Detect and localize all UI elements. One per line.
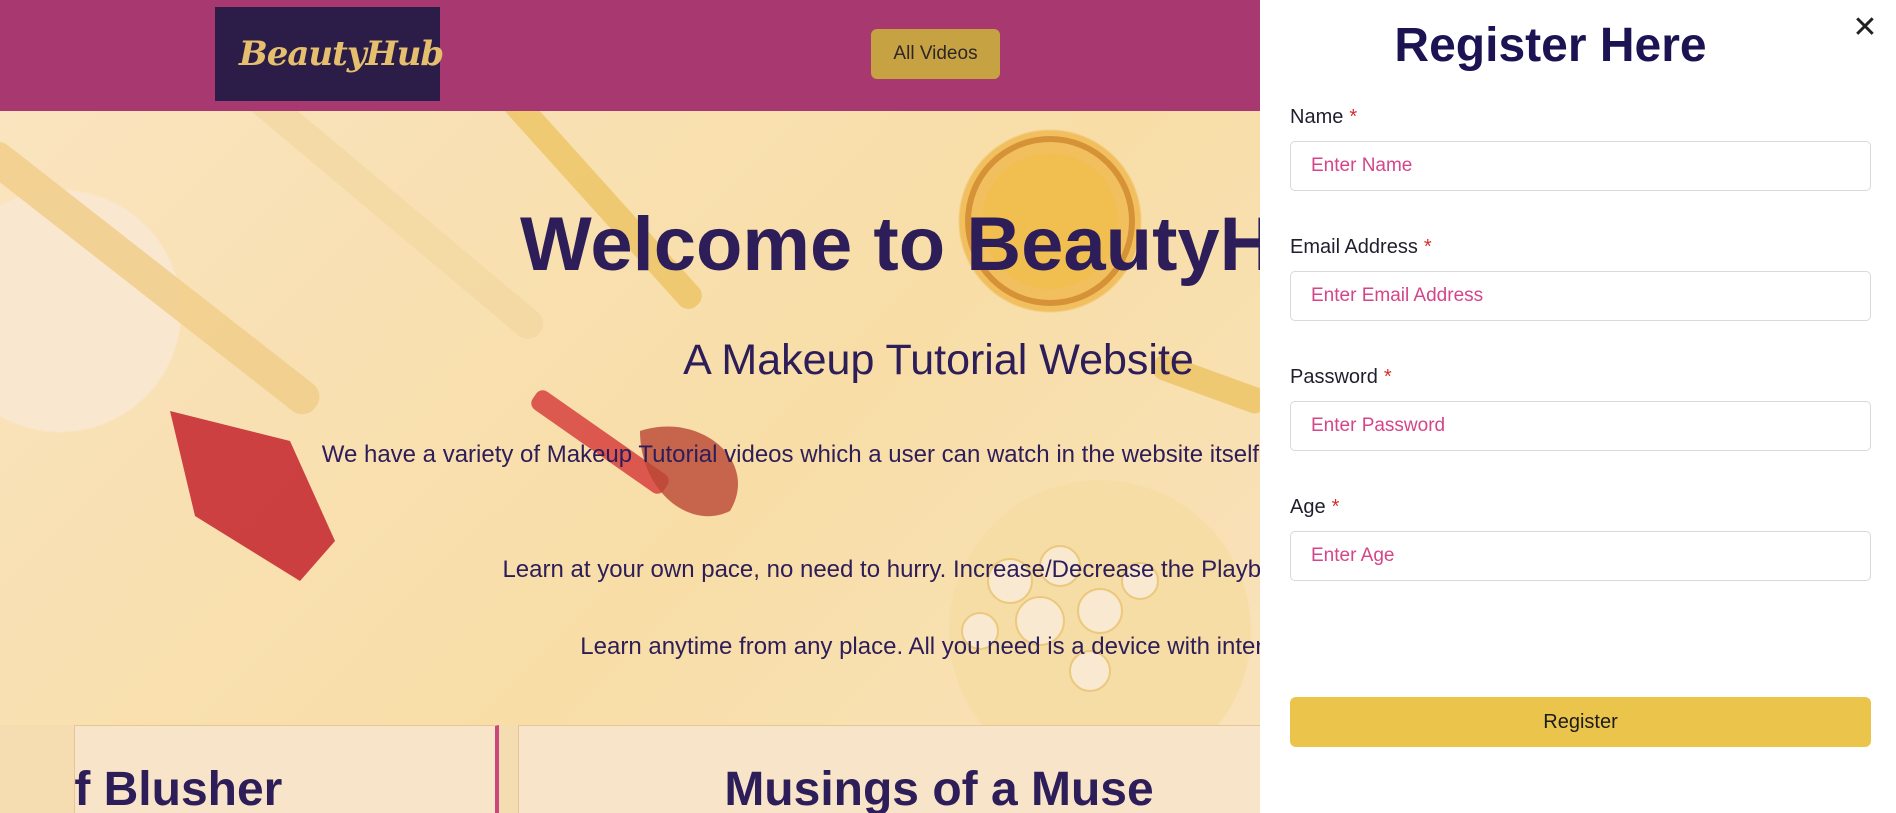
required-asterisk: * [1423,236,1432,258]
required-asterisk: * [1383,366,1392,388]
required-asterisk: * [1349,106,1358,128]
register-button[interactable]: Register [1290,697,1871,747]
password-field[interactable] [1290,401,1871,451]
age-field[interactable] [1290,531,1871,581]
register-title: Register Here [1394,19,1707,72]
email-label: Email Address * [1290,236,1432,258]
name-label: Name * [1290,106,1358,128]
password-label: Password * [1290,366,1392,388]
age-label: Age * [1290,496,1340,518]
register-panel: ✕ Register Here Name* Email Address* Pas… [1260,0,1896,813]
email-field[interactable] [1290,271,1871,321]
close-icon[interactable]: ✕ [1851,13,1879,43]
name-field[interactable] [1290,141,1871,191]
required-asterisk: * [1331,496,1340,518]
